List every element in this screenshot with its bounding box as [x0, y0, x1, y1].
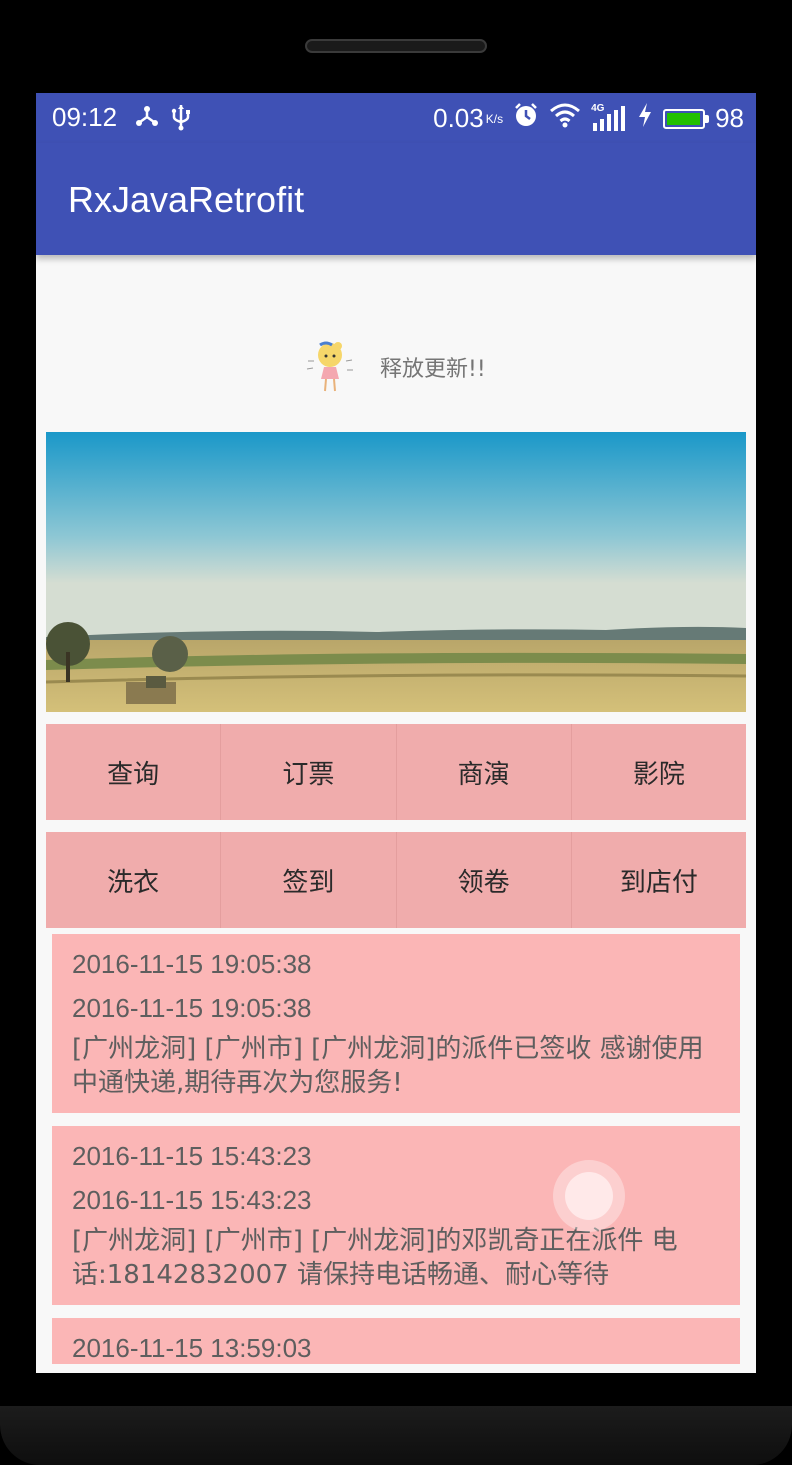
record-time: 2016-11-15 15:43:23: [72, 1141, 312, 1171]
status-bar: 09:12 0.03 K/s 4G 98: [36, 93, 756, 143]
record-time: 2016-11-15 19:05:38: [72, 993, 312, 1023]
battery-fill: [667, 112, 701, 125]
cartoon-girl-icon: [306, 339, 354, 395]
status-time: 09:12: [52, 102, 118, 132]
usb-icon: [170, 103, 192, 136]
menu-item-shows[interactable]: 商演: [397, 724, 572, 820]
phone-frame: 09:12 0.03 K/s 4G 98 RxJavaRetrofit 释放更新…: [0, 0, 792, 1465]
list-item[interactable]: 2016-11-15 13:59:03: [52, 1318, 740, 1364]
touch-indicator: [553, 1160, 625, 1232]
pull-refresh-header: 释放更新!!: [36, 255, 756, 427]
menu-item-checkin[interactable]: 签到: [221, 832, 397, 928]
earpiece-speaker: [305, 39, 487, 53]
app-title: RxJavaRetrofit: [68, 179, 305, 220]
menu-item-coupon[interactable]: 领卷: [397, 832, 572, 928]
app-toolbar: RxJavaRetrofit: [36, 143, 756, 255]
speed-unit: K/s: [485, 111, 504, 126]
record-time: 2016-11-15 19:05:38: [72, 949, 312, 979]
battery-icon: [663, 108, 710, 129]
farm-landscape-image: [46, 432, 746, 712]
menu-row-1: 查询 订票 商演 影院: [46, 724, 746, 820]
bottom-bezel: [0, 1406, 792, 1465]
battery-level: 98: [715, 103, 744, 133]
menu-item-booking[interactable]: 订票: [221, 724, 397, 820]
refresh-status-text: 释放更新!!: [380, 357, 486, 382]
alarm-icon: [513, 102, 539, 135]
menu-item-laundry[interactable]: 洗衣: [46, 832, 222, 928]
wifi-icon: [549, 102, 581, 135]
menu-item-pay-in-store[interactable]: 到店付: [572, 832, 746, 928]
charging-icon: [637, 102, 653, 135]
usb-tether-icon: [134, 103, 160, 136]
menu-item-query[interactable]: 查询: [46, 724, 222, 820]
menu-row-2: 洗衣 签到 领卷 到店付: [46, 832, 746, 928]
network-speed: 0.03: [433, 103, 484, 133]
banner-image[interactable]: [46, 432, 746, 712]
record-description: [广州龙洞] [广州市] [广州龙洞]的邓凯奇正在派件 电话:181428320…: [72, 1226, 678, 1290]
list-item[interactable]: 2016-11-15 15:43:23 2016-11-15 15:43:23 …: [52, 1126, 740, 1305]
screen: 09:12 0.03 K/s 4G 98 RxJavaRetrofit 释放更新…: [36, 93, 756, 1373]
list-item[interactable]: 2016-11-15 19:05:38 2016-11-15 19:05:38 …: [52, 934, 740, 1113]
menu-item-cinema[interactable]: 影院: [572, 724, 746, 820]
record-time: 2016-11-15 13:59:03: [72, 1333, 312, 1363]
record-description: [广州龙洞] [广州市] [广州龙洞]的派件已签收 感谢使用中通快递,期待再次为…: [72, 1034, 704, 1098]
signal-icon: 4G: [591, 103, 627, 133]
